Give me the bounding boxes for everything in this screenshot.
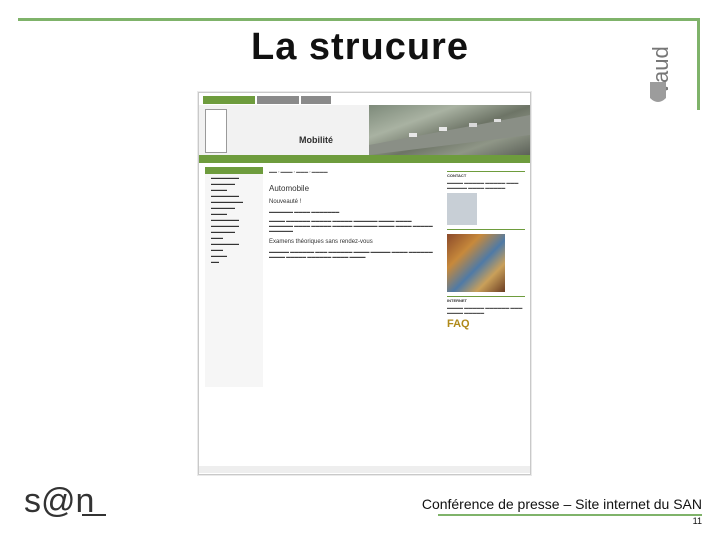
footer-rule bbox=[438, 514, 702, 516]
info-text: ▬▬▬▬ ▬▬▬▬▬ ▬▬▬▬▬▬ ▬▬▬ ▬▬▬▬ ▬▬▬▬▬ bbox=[447, 305, 523, 315]
site-rightcol: CONTACT ▬▬▬▬ ▬▬▬▬▬ ▬▬▬▬▬ ▬▬▬ ▬▬▬▬▬ ▬▬▬▬ … bbox=[447, 167, 525, 467]
related-photo[interactable] bbox=[447, 234, 505, 292]
sidebar-item[interactable]: ▬▬▬▬▬▬▬▬ bbox=[205, 199, 263, 204]
site-tabbar bbox=[199, 93, 530, 105]
site-sidebar: ▬▬▬▬▬▬▬ ▬▬▬▬▬▬ ▬▬▬▬ ▬▬▬▬▬▬▬ ▬▬▬▬▬▬▬▬ ▬▬▬… bbox=[205, 167, 263, 387]
paragraph: ▬▬▬▬▬ ▬▬▬▬▬▬ ▬▬▬ ▬▬▬▬▬▬ ▬▬▬▬ ▬▬▬▬▬ ▬▬▬▬ … bbox=[269, 249, 433, 259]
highway-photo bbox=[369, 105, 530, 155]
site-tab[interactable] bbox=[301, 96, 331, 104]
news-heading: Nouveauté ! bbox=[269, 199, 302, 205]
site-navbar bbox=[199, 155, 530, 163]
paragraph: ▬▬▬▬ ▬▬▬▬▬▬ ▬▬▬▬▬ ▬▬▬▬▬ ▬▬▬▬▬▬ ▬▬▬▬ ▬▬▬▬… bbox=[269, 218, 433, 233]
san-underline bbox=[82, 514, 106, 516]
sidebar-item[interactable]: ▬▬▬▬▬▬▬ bbox=[205, 175, 263, 180]
site-logo bbox=[205, 109, 227, 153]
site-tab[interactable] bbox=[257, 96, 299, 104]
sidebar-item[interactable]: ▬▬▬▬▬▬▬ bbox=[205, 217, 263, 222]
slide-title: La strucure bbox=[251, 26, 469, 68]
website-screenshot: Mobilité ▬▬▬▬▬▬▬ ▬▬▬▬▬▬ ▬▬▬▬ ▬▬▬▬▬▬▬ ▬▬▬… bbox=[198, 92, 531, 475]
sidebar-item[interactable]: ▬▬▬▬▬▬▬ bbox=[205, 223, 263, 228]
page-heading: Automobile bbox=[269, 184, 310, 193]
vaud-shield-icon bbox=[650, 82, 666, 102]
contact-text: ▬▬▬▬ ▬▬▬▬▬ ▬▬▬▬▬ ▬▬▬ ▬▬▬▬▬ ▬▬▬▬ ▬▬▬▬▬ bbox=[447, 180, 519, 190]
sidebar-item[interactable]: ▬▬▬▬▬▬ bbox=[205, 229, 263, 234]
sidebar-item[interactable]: ▬▬▬▬▬▬▬ bbox=[205, 241, 263, 246]
section-heading: Examens théoriques sans rendez-vous bbox=[269, 239, 373, 245]
san-logo: s@n bbox=[24, 482, 106, 520]
sidebar-item[interactable]: ▬▬▬▬▬▬ bbox=[205, 181, 263, 186]
site-main: ▬▬ › ▬▬▬ › ▬▬▬ › ▬▬▬▬ Automobile Nouveau… bbox=[269, 167, 435, 457]
sidebar-item[interactable]: ▬▬▬▬ bbox=[205, 187, 263, 192]
sidebar-header bbox=[205, 167, 263, 174]
sidebar-item[interactable]: ▬▬▬ bbox=[205, 247, 263, 252]
contact-heading: CONTACT bbox=[447, 171, 525, 178]
banner-title: Mobilité bbox=[299, 135, 333, 145]
footer-text: Conférence de presse – Site internet du … bbox=[421, 496, 702, 512]
site-banner: Mobilité bbox=[199, 105, 530, 155]
paragraph: ▬▬▬▬▬▬ ▬▬▬▬ ▬▬▬▬▬▬▬ bbox=[269, 209, 340, 214]
sidebar-item[interactable]: ▬▬▬▬▬▬ bbox=[205, 205, 263, 210]
sidebar-item[interactable]: ▬▬▬▬ bbox=[205, 253, 263, 258]
info-heading: INTERNET bbox=[447, 296, 525, 303]
sidebar-item[interactable]: ▬▬▬ bbox=[205, 235, 263, 240]
site-footer bbox=[199, 466, 530, 473]
faq-icon[interactable]: FAQ bbox=[447, 318, 525, 330]
vaud-logo: vaud bbox=[648, 46, 673, 102]
top-frame-line bbox=[18, 18, 700, 21]
site-tab[interactable] bbox=[203, 96, 255, 104]
sidebar-item[interactable]: ▬▬ bbox=[205, 259, 263, 264]
breadcrumb: ▬▬ › ▬▬▬ › ▬▬▬ › ▬▬▬▬ bbox=[269, 169, 328, 174]
page-number: 11 bbox=[692, 516, 702, 526]
map-icon[interactable] bbox=[447, 193, 477, 225]
related-heading bbox=[447, 229, 525, 231]
sidebar-item[interactable]: ▬▬▬▬▬▬▬ bbox=[205, 193, 263, 198]
sidebar-item[interactable]: ▬▬▬▬ bbox=[205, 211, 263, 216]
